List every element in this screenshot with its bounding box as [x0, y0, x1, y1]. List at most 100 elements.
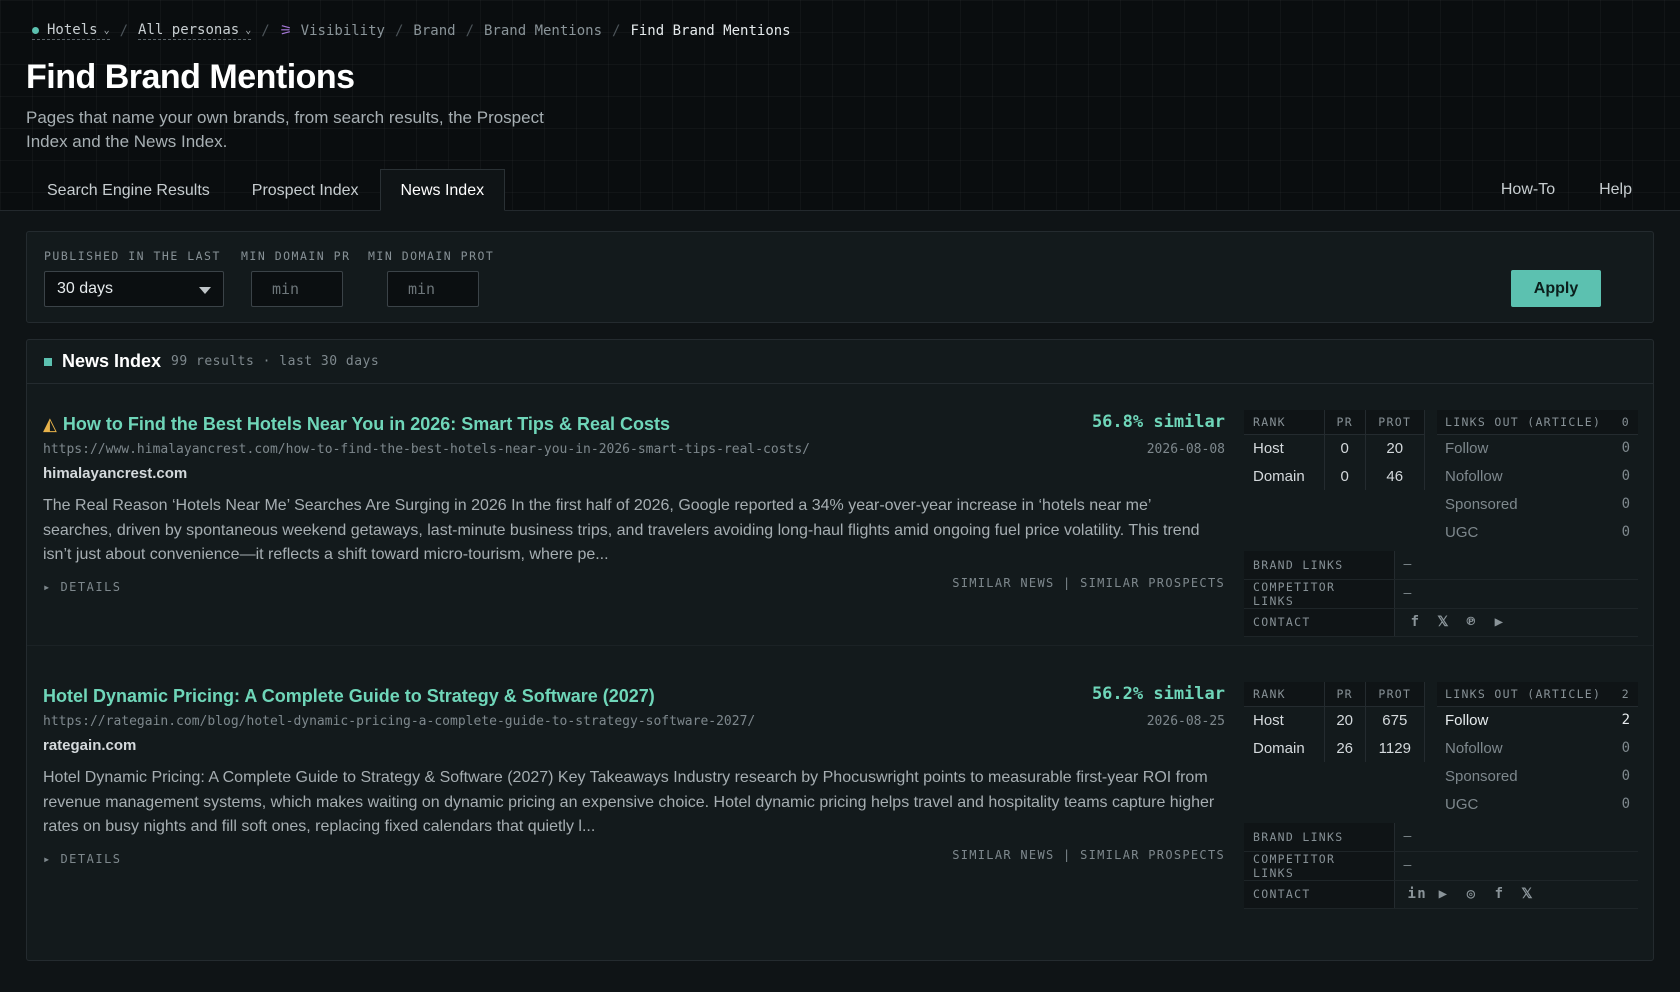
contact-label: CONTACT	[1244, 880, 1395, 909]
project-selector[interactable]: Hotels ⌄	[32, 22, 110, 40]
details-toggle[interactable]: ▸ DETAILS	[43, 852, 122, 866]
host-pr: 20	[1324, 706, 1366, 734]
results-header: News Index 99 results · last 30 days	[27, 340, 1653, 384]
result-title[interactable]: Hotel Dynamic Pricing: A Complete Guide …	[43, 686, 655, 707]
pinterest-icon[interactable]: ℗	[1464, 614, 1480, 630]
link-meta-table: BRAND LINKS – COMPETITOR LINKS – CONTACT f…	[1244, 551, 1638, 637]
filter-panel: PUBLISHED IN THE LAST MIN DOMAIN PR MIN …	[26, 231, 1654, 323]
similarity-score: 56.2% similar	[1091, 684, 1225, 704]
results-title: News Index	[62, 351, 162, 371]
published-date: 2026-08-08	[1146, 442, 1225, 457]
youtube-icon[interactable]: ▶	[1492, 614, 1508, 630]
published-date: 2026-08-25	[1146, 714, 1225, 729]
result-url[interactable]: https://rategain.com/blog/hotel-dynamic-…	[43, 714, 755, 729]
result-domain: rategain.com	[43, 737, 137, 754]
result-snippet: Hotel Dynamic Pricing: A Complete Guide …	[43, 769, 1215, 835]
breadcrumb-separator: /	[261, 23, 270, 39]
similarity-score: 56.8% similar	[1091, 412, 1225, 432]
persona-selector[interactable]: All personas ⌄	[138, 22, 252, 40]
ugc-label: UGC	[1445, 795, 1479, 813]
facebook-icon[interactable]: f	[1408, 614, 1424, 630]
link-meta-table: BRAND LINKS – COMPETITOR LINKS – CONTACT i…	[1244, 823, 1638, 909]
follow-label: Follow	[1445, 439, 1489, 457]
competitor-links-label: COMPETITOR LINKS	[1244, 579, 1395, 609]
host-pr: 0	[1324, 434, 1366, 462]
contact-label: CONTACT	[1244, 608, 1395, 637]
square-icon	[44, 357, 52, 366]
host-prot: 675	[1365, 706, 1426, 734]
links-out-total: 2	[1613, 682, 1638, 707]
pr-header: PR	[1324, 682, 1366, 707]
min-prot-input[interactable]: min	[387, 271, 479, 307]
sponsored-label: Sponsored	[1445, 495, 1518, 513]
competitor-links-value: –	[1394, 851, 1638, 881]
breadcrumb-brand-mentions[interactable]: Brand Mentions	[484, 23, 602, 39]
brand-links-label: BRAND LINKS	[1244, 823, 1395, 852]
follow-count: 2	[1621, 712, 1630, 729]
details-toggle[interactable]: ▸ DETAILS	[43, 580, 122, 594]
result-domain: himalayancrest.com	[43, 465, 188, 482]
domain-prot: 1129	[1365, 734, 1426, 762]
page-title: Find Brand Mentions	[26, 58, 355, 96]
persona-name: All personas	[138, 22, 240, 38]
main-content: PUBLISHED IN THE LAST MIN DOMAIN PR MIN …	[0, 211, 1680, 992]
links-out-header: LINKS OUT (ARTICLE)	[1437, 682, 1614, 707]
results-panel: News Index 99 results · last 30 days ◭ Ho…	[26, 339, 1654, 961]
ugc-label: UGC	[1445, 523, 1479, 541]
breadcrumb-label: Visibility	[300, 23, 385, 39]
domain-pr: 26	[1324, 734, 1366, 762]
breadcrumb-visibility[interactable]: ⚞ Visibility	[280, 23, 385, 39]
nofollow-label: Nofollow	[1445, 739, 1503, 757]
result-url[interactable]: https://www.himalayancrest.com/how-to-fi…	[43, 442, 810, 457]
apply-button[interactable]: Apply	[1511, 270, 1601, 307]
result-title[interactable]: ◭ How to Find the Best Hotels Near You in…	[43, 414, 670, 435]
domain-prot: 46	[1365, 462, 1426, 490]
domain-pr: 0	[1324, 462, 1366, 490]
competitor-links-value: –	[1394, 579, 1638, 609]
brand-links-value: –	[1394, 551, 1638, 580]
x-icon[interactable]: 𝕏	[1436, 614, 1452, 630]
tab-how-to[interactable]: How-To	[1479, 168, 1577, 210]
breadcrumb-brand[interactable]: Brand	[413, 23, 455, 39]
nofollow-count: 0	[1621, 740, 1630, 756]
results-count: 99 results · last 30 days	[171, 354, 380, 369]
domain-label: Domain	[1244, 462, 1325, 490]
domain-label: Domain	[1244, 734, 1325, 762]
status-dot-icon	[32, 26, 39, 34]
visibility-icon: ⚞	[279, 23, 293, 39]
rank-header: RANK	[1244, 410, 1325, 435]
breadcrumb-separator: /	[119, 23, 129, 39]
result-title-text: How to Find the Best Hotels Near You in …	[62, 414, 670, 434]
facebook-icon[interactable]: f	[1492, 886, 1508, 902]
pr-header: PR	[1324, 410, 1366, 435]
contact-icons: f 𝕏 ℗ ▶	[1404, 614, 1508, 630]
host-label: Host	[1244, 706, 1325, 734]
breadcrumb-current: Find Brand Mentions	[630, 23, 791, 39]
instagram-icon[interactable]: ◎	[1464, 886, 1480, 902]
ugc-count: 0	[1621, 796, 1630, 812]
x-icon[interactable]: 𝕏	[1520, 886, 1536, 902]
youtube-icon[interactable]: ▶	[1436, 886, 1452, 902]
prot-header: PROT	[1365, 682, 1426, 707]
rank-header: RANK	[1244, 682, 1325, 707]
similar-links[interactable]: SIMILAR NEWS | SIMILAR PROSPECTS	[952, 576, 1225, 590]
links-out-total: 0	[1613, 410, 1638, 435]
nofollow-label: Nofollow	[1445, 467, 1503, 485]
page-subtitle: Pages that name your own brands, from se…	[26, 108, 544, 151]
page-header: Hotels ⌄ / All personas ⌄ / ⚞ Visibility…	[0, 0, 1680, 211]
host-prot: 20	[1365, 434, 1426, 462]
prot-header: PROT	[1365, 410, 1426, 435]
rank-table: RANK PR PROT Host 20 675 Domain 26 1129	[1244, 682, 1426, 762]
result-snippet: The Real Reason ‘Hotels Near Me’ Searche…	[43, 497, 1200, 563]
published-select[interactable]: 30 days	[44, 271, 224, 307]
similar-links[interactable]: SIMILAR NEWS | SIMILAR PROSPECTS	[952, 848, 1225, 862]
tab-search-engine-results[interactable]: Search Engine Results	[26, 169, 231, 211]
tab-news-index[interactable]: News Index	[379, 169, 506, 211]
source-tabs: Search Engine Results Prospect Index New…	[26, 169, 506, 211]
tab-help[interactable]: Help	[1577, 168, 1654, 210]
sponsored-count: 0	[1621, 768, 1630, 784]
competitor-links-label: COMPETITOR LINKS	[1244, 851, 1395, 881]
linkedin-icon[interactable]: in	[1408, 886, 1426, 902]
tab-prospect-index[interactable]: Prospect Index	[231, 169, 380, 211]
min-pr-input[interactable]: min	[251, 271, 343, 307]
